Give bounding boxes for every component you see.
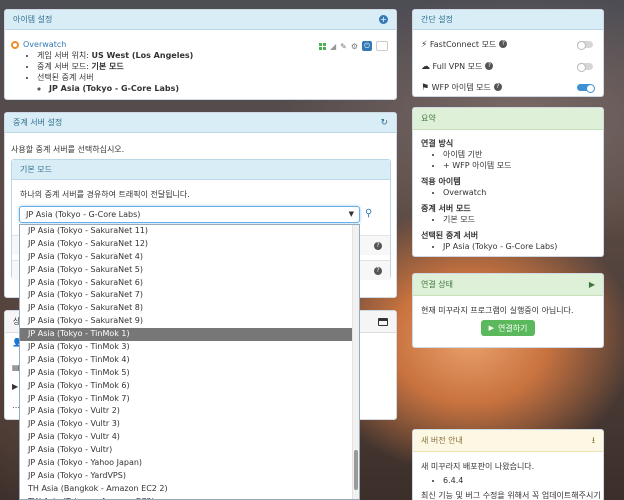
new-version-header: 새 버전 안내 ⭳ (413, 430, 603, 452)
connection-status-text: 현재 미꾸라지 프로그램이 실행중이 아닙니다. (421, 306, 574, 315)
dropdown-option[interactable]: JP Asia (Tokyo - TinMok 6) (20, 380, 359, 393)
relay-server-dropdown[interactable]: JP Asia (Tokyo - SakuraNet 11) JP Asia (T… (19, 224, 360, 500)
help-icon[interactable]: ? (499, 40, 508, 48)
dropdown-option[interactable]: JP Asia (Tokyo - Vultr 2) (20, 405, 359, 418)
summary-header: 요약 (413, 108, 603, 130)
windows-icon[interactable] (318, 42, 326, 50)
summary-panel: 요약 연결 방식 아이템 기반 + WFP 아이템 모드 적용 아이템 Over… (412, 107, 604, 257)
detail-relay-mode: 중계 서버 모드: 기본 모드 (37, 61, 193, 72)
dropdown-option[interactable]: JP Asia (Tokyo - Yahoo Japan) (20, 457, 359, 470)
item-settings-header: 아이템 설정 + (5, 10, 396, 30)
item-settings-title: 아이템 설정 (13, 15, 53, 24)
dropdown-scrollbar[interactable] (352, 225, 359, 499)
dropdown-option[interactable]: JP Asia (Tokyo - SakuraNet 5) (20, 264, 359, 277)
dropdown-option[interactable]: TW Asia (Taiwan - Amazon EC2) (20, 496, 359, 499)
quick-settings-row-fastconnect: ⚡ FastConnect 모드? (421, 38, 593, 50)
connection-panel: 연결 상태 ▶ 현재 미꾸라지 프로그램이 실행중이 아닙니다. ▶ 연결하기 (412, 273, 604, 348)
dropdown-option[interactable]: JP Asia (Tokyo - TinMok 5) (20, 367, 359, 380)
new-version-more: 최신 기능 및 버그 수정을 위해서 꼭 업데이트해주시기 바 (421, 491, 604, 500)
game-name-link[interactable]: Overwatch (23, 40, 66, 49)
new-version-panel: 새 버전 안내 ⭳ 새 미꾸라지 배포판이 나왔습니다. 6.4.4 최신 기능… (412, 429, 604, 500)
search-icon[interactable]: ⚲ (365, 208, 372, 219)
detail-server-location: 게임 서버 위치: US West (Los Angeles) (37, 50, 193, 61)
dropdown-option[interactable]: JP Asia (Tokyo - SakuraNet 4) (20, 251, 359, 264)
new-version-list: 6.4.4 (431, 475, 463, 486)
help-icon[interactable]: ? (485, 62, 494, 70)
cloud-icon: ☁ (421, 61, 430, 72)
connection-header: 연결 상태 ▶ (413, 274, 603, 296)
card-icon[interactable] (378, 317, 388, 326)
quick-settings-header: 간단 설정 (413, 10, 603, 30)
dropdown-option[interactable]: JP Asia (Tokyo - YardVPS) (20, 470, 359, 483)
connect-button[interactable]: ▶ 연결하기 (480, 320, 536, 336)
relay-description: 사용할 중계 서버를 선택하십시오. (11, 145, 125, 154)
quick-settings-panel: 간단 설정 ⚡ FastConnect 모드? ☁ Full VPN 모드? ⚑… (412, 9, 604, 97)
selected-relay-server: JP Asia (Tokyo - G-Core Labs) (49, 83, 193, 94)
item-toggle[interactable] (376, 41, 388, 51)
add-circle-icon[interactable]: + (379, 15, 388, 24)
new-version-number: 6.4.4 (443, 475, 463, 486)
lightning-icon: ⚡ (421, 39, 428, 50)
select-value: JP Asia (Tokyo - G-Core Labs) (26, 210, 141, 219)
power-icon[interactable]: ⏻ (362, 41, 372, 51)
quick-settings-row-fullvpn: ☁ Full VPN 모드? (421, 60, 593, 72)
summary-section-relay-mode: 중계 서버 모드 기본 모드 (421, 203, 557, 225)
dropdown-option[interactable]: JP Asia (Tokyo - SakuraNet 7) (20, 289, 359, 302)
scrollbar-thumb[interactable] (354, 450, 358, 490)
dropdown-option[interactable]: JP Asia (Tokyo - SakuraNet 11) (20, 225, 359, 238)
dropdown-option[interactable]: JP Asia (Tokyo - Vultr 3) (20, 418, 359, 431)
item-details-list: 게임 서버 위치: US West (Los Angeles) 중계 서버 모드… (25, 50, 193, 94)
new-version-message: 새 미꾸라지 배포판이 나왔습니다. (421, 462, 535, 471)
dropdown-option[interactable]: JP Asia (Tokyo - SakuraNet 6) (20, 277, 359, 290)
summary-section-connection: 연결 방식 아이템 기반 + WFP 아이템 모드 (421, 138, 557, 171)
signal-icon[interactable]: ◢ (330, 42, 336, 51)
new-version-title: 새 버전 안내 (421, 436, 463, 445)
play-icon: ▶ (12, 382, 19, 391)
fastconnect-toggle[interactable] (577, 40, 593, 50)
fullvpn-toggle[interactable] (577, 62, 593, 72)
item-toolbar: ◢ ✎ ⚙ ⏻ (318, 41, 388, 51)
wfp-toggle[interactable] (577, 83, 595, 93)
connection-title: 연결 상태 (421, 280, 453, 289)
dropdown-option[interactable]: JP Asia (Tokyo - Vultr 4) (20, 431, 359, 444)
quick-settings-row-wfp: ⚑ WFP 아이템 모드? (421, 81, 595, 93)
dropdown-option[interactable]: JP Asia (Tokyo - TinMok 3) (20, 341, 359, 354)
chevron-down-icon: ▼ (348, 210, 354, 218)
summary-section-relay-server: 선택된 중계 서버 JP Asia (Tokyo - G-Core Labs) (421, 230, 557, 252)
gear-icon[interactable]: ⚙ (351, 42, 358, 51)
relay-server-select[interactable]: JP Asia (Tokyo - G-Core Labs) ▼ (19, 206, 360, 223)
summary-section-item: 적용 아이템 Overwatch (421, 176, 557, 198)
refresh-icon[interactable]: ↻ (380, 118, 388, 128)
help-icon[interactable]: ? (374, 242, 382, 250)
item-settings-panel: 아이템 설정 + Overwatch 게임 서버 위치: US West (Lo… (4, 9, 397, 100)
dropdown-option[interactable]: JP Asia (Tokyo - SakuraNet 8) (20, 302, 359, 315)
basic-mode-description: 하나의 중계 서버를 경유하여 트래픽이 전달됩니다. (20, 190, 190, 199)
dropdown-option[interactable]: JP Asia (Tokyo - SakuraNet 9) (20, 315, 359, 328)
pencil-icon[interactable]: ✎ (340, 42, 347, 51)
quick-settings-title: 간단 설정 (421, 15, 453, 24)
dropdown-options: JP Asia (Tokyo - SakuraNet 11) JP Asia (T… (20, 225, 359, 499)
dropdown-option[interactable]: TH Asia (Bangkok - Amazon EC2 2) (20, 483, 359, 496)
play-icon: ▶ (488, 324, 494, 332)
dropdown-option[interactable]: JP Asia (Tokyo - TinMok 1) (20, 328, 359, 342)
overwatch-logo-icon (11, 40, 19, 49)
basic-mode-header: 기본 모드 (12, 160, 390, 180)
dropdown-option[interactable]: JP Asia (Tokyo - TinMok 4) (20, 354, 359, 367)
flag-icon: ⚑ (421, 82, 430, 93)
summary-title: 요약 (421, 114, 436, 123)
download-icon[interactable]: ⭳ (592, 433, 595, 449)
detail-selected-relay: 선택된 중계 서버 JP Asia (Tokyo - G-Core Labs) (37, 72, 193, 94)
relay-settings-title: 중계 서버 설정 (13, 118, 63, 127)
help-icon[interactable]: ? (374, 267, 382, 275)
play-icon[interactable]: ▶ (589, 280, 595, 289)
dropdown-option[interactable]: JP Asia (Tokyo - SakuraNet 12) (20, 238, 359, 251)
dropdown-option[interactable]: JP Asia (Tokyo - TinMok 7) (20, 393, 359, 406)
summary-body: 연결 방식 아이템 기반 + WFP 아이템 모드 적용 아이템 Overwat… (421, 138, 557, 252)
dropdown-option[interactable]: JP Asia (Tokyo - Vultr) (20, 444, 359, 457)
help-icon[interactable]: ? (493, 83, 502, 91)
relay-settings-header: 중계 서버 설정 ↻ (5, 113, 396, 133)
